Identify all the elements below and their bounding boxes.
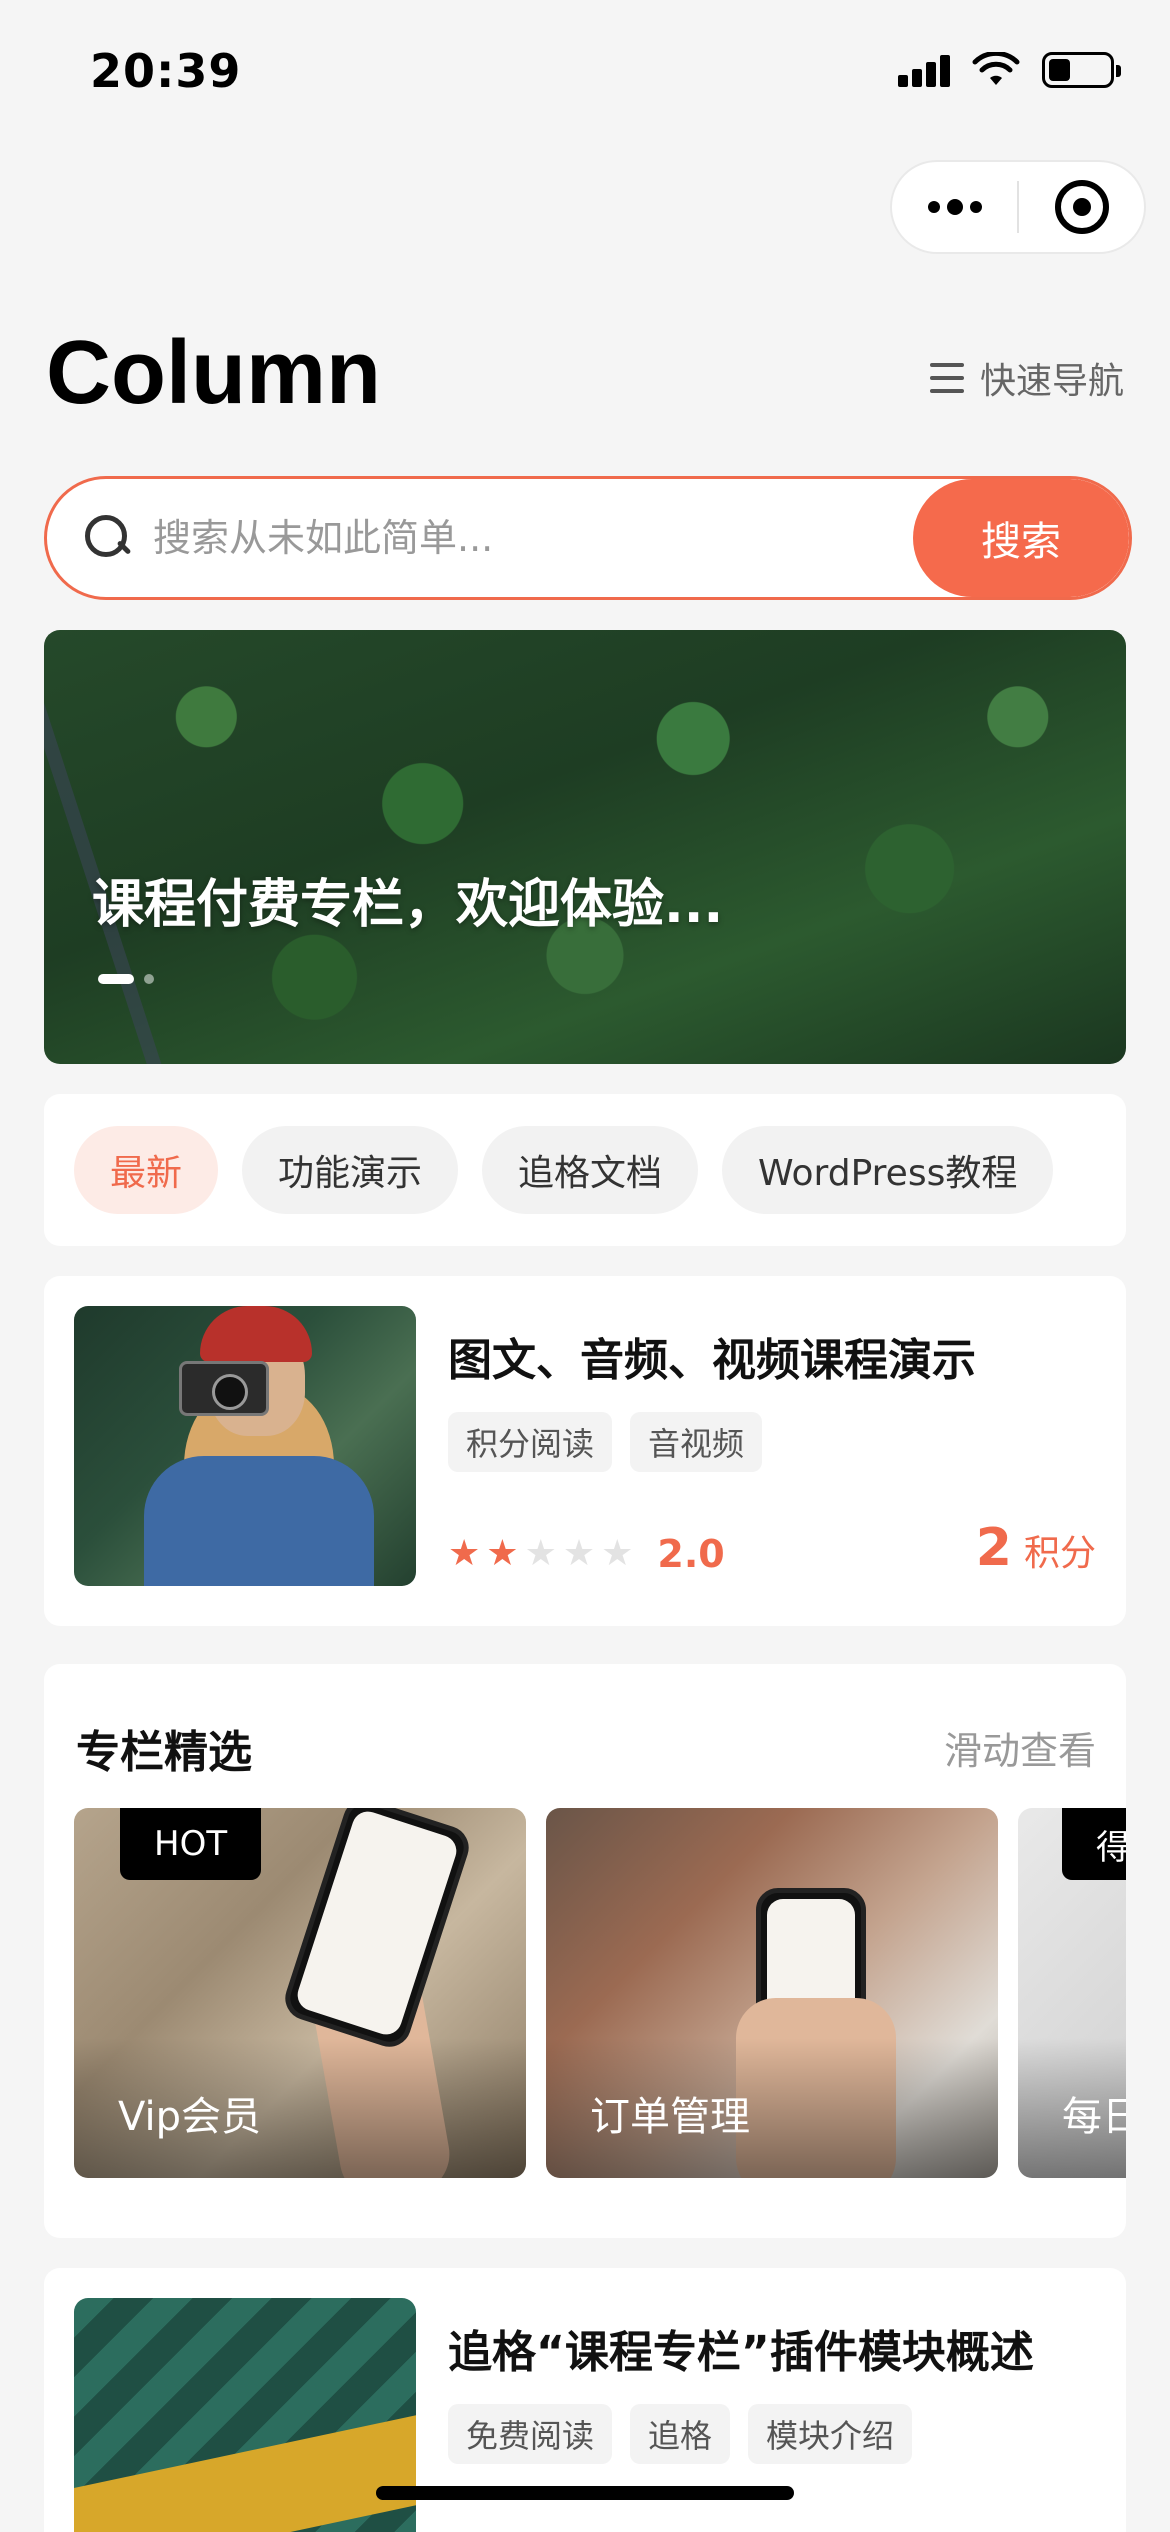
star-empty-icon: ★ (562, 1533, 596, 1574)
phone-image (279, 1808, 475, 2053)
target-icon (1054, 180, 1109, 234)
points-number: 2 (975, 1518, 1012, 1578)
star-empty-icon: ★ (524, 1533, 557, 1574)
category-tabs: 最新 功能演示 追格文档 WordPress教程 (44, 1094, 1126, 1246)
carousel-indicator (98, 974, 154, 984)
article-tags: 积分阅读 音视频 (448, 1412, 763, 1472)
status-time: 20:39 (90, 44, 242, 98)
menu-icon (929, 363, 964, 393)
page-title: Column (46, 323, 381, 423)
points-unit: 积分 (1023, 1533, 1096, 1574)
more-dots-icon (927, 199, 982, 215)
featured-card-orders[interactable]: 订单管理 (546, 1808, 998, 2178)
tab-wordpress-tutorial[interactable]: WordPress教程 (722, 1126, 1054, 1214)
banner-title: 课程付费专栏，欢迎体验... (92, 875, 724, 935)
quick-nav-label: 快速导航 (979, 361, 1124, 402)
featured-card-vip[interactable]: HOT Vip会员 (74, 1808, 526, 2178)
article-tag: 音视频 (630, 1412, 763, 1472)
tab-zhuige-docs[interactable]: 追格文档 (482, 1126, 699, 1214)
more-button[interactable] (892, 162, 1017, 252)
search-bar: 搜索 (44, 476, 1132, 600)
article-tag: 模块介绍 (748, 2404, 913, 2464)
tab-latest[interactable]: 最新 (74, 1126, 219, 1214)
featured-columns: 专栏精选 滑动查看 HOT Vip会员 订单管理 得 每日 (44, 1664, 1126, 2238)
section-title: 专栏精选 (76, 1727, 252, 1778)
close-miniprogram-button[interactable] (1019, 162, 1144, 252)
featured-card-label: 订单管理 (590, 2094, 750, 2140)
rating-value: 2.0 (657, 1532, 725, 1576)
featured-card-label: Vip会员 (118, 2094, 261, 2140)
star-rating: ★ ★ ★ ★ ★ 2.0 (448, 1532, 725, 1576)
search-icon (85, 515, 131, 561)
search-input[interactable] (153, 516, 913, 560)
featured-card-daily[interactable]: 得 每日 (1018, 1808, 1126, 2178)
camera-icon (179, 1361, 269, 1416)
search-button[interactable]: 搜索 (913, 479, 1129, 597)
article-tags: 免费阅读 追格 模块介绍 (448, 2404, 913, 2464)
tab-feature-demo[interactable]: 功能演示 (242, 1126, 459, 1214)
star-filled-icon: ★ (486, 1533, 519, 1574)
article-tag: 免费阅读 (448, 2404, 613, 2464)
article-tag: 积分阅读 (448, 1412, 613, 1472)
article-points: 2 积分 (976, 1518, 1096, 1578)
battery-icon (1042, 52, 1121, 88)
article-title: 追格“课程专栏”插件模块概述 (448, 2327, 1034, 2378)
quick-nav-button[interactable]: 快速导航 (929, 352, 1124, 404)
article-thumbnail (74, 2298, 416, 2532)
banner-carousel[interactable]: 课程付费专栏，欢迎体验... (44, 630, 1126, 1064)
carousel-dot (144, 974, 154, 984)
carousel-dot-active (98, 974, 134, 984)
home-indicator (376, 2486, 794, 2500)
featured-card-label: 每日 (1062, 2094, 1126, 2140)
hot-badge: HOT (120, 1808, 262, 1880)
banner-image-road (44, 630, 179, 1064)
star-filled-icon: ★ (448, 1533, 481, 1574)
swipe-hint: 滑动查看 (943, 1729, 1096, 1773)
featured-badge: 得 (1062, 1808, 1126, 1880)
cellular-signal-icon (898, 53, 950, 87)
article-tag: 追格 (630, 2404, 731, 2464)
miniprogram-capsule (890, 160, 1146, 254)
article-title: 图文、音频、视频课程演示 (448, 1335, 976, 1386)
article-card[interactable]: 图文、音频、视频课程演示 积分阅读 音视频 ★ ★ ★ ★ ★ 2.0 2 积分 (44, 1276, 1126, 1626)
star-empty-icon: ★ (601, 1533, 634, 1574)
wifi-icon (972, 52, 1020, 85)
article-thumbnail (74, 1306, 416, 1586)
status-icons (898, 52, 1121, 88)
